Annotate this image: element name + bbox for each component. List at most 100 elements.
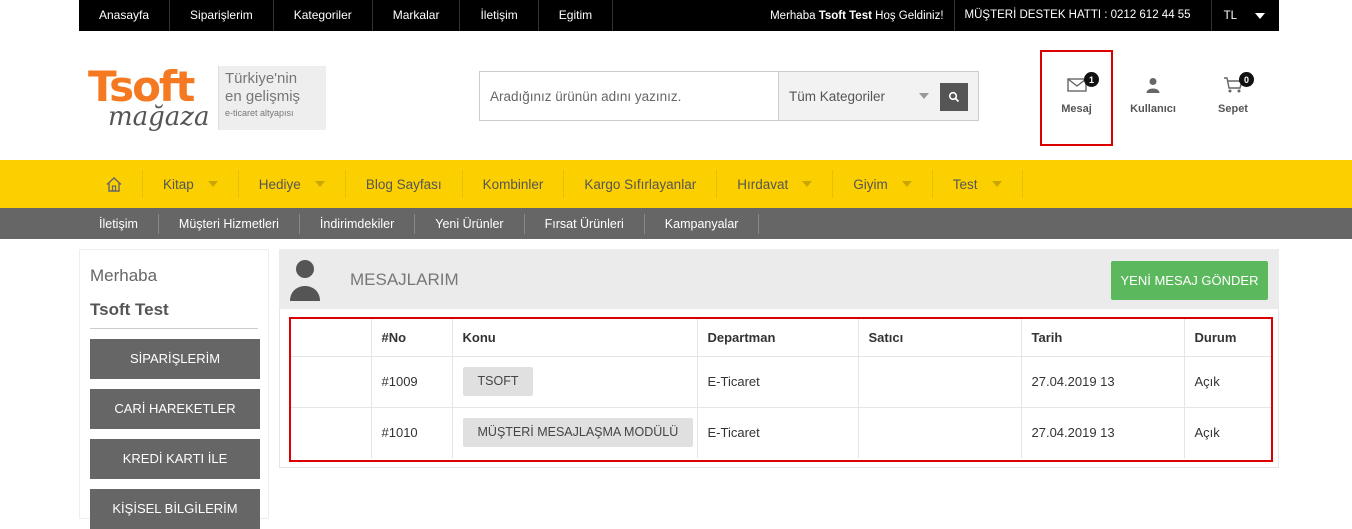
category-select-value: Tüm Kategoriler bbox=[789, 88, 886, 104]
top-nav-contact[interactable]: İletişim bbox=[460, 0, 539, 31]
col-header bbox=[291, 319, 371, 357]
cell-seller bbox=[857, 356, 1021, 408]
cell-department: E-Ticaret bbox=[696, 407, 858, 458]
cart-label: Sepet bbox=[1218, 103, 1248, 115]
nav-item-label: Kitap bbox=[163, 176, 194, 192]
cell-no: #1010 bbox=[370, 407, 452, 458]
sidebar-account-movements-button[interactable]: CARİ HAREKETLER bbox=[90, 389, 260, 429]
cell-department: E-Ticaret bbox=[696, 356, 858, 408]
sidebar-greeting: Merhaba bbox=[90, 266, 158, 285]
top-nav-brands[interactable]: Markalar bbox=[373, 0, 461, 31]
chevron-down-icon bbox=[991, 181, 1002, 187]
nav-item-label: Hırdavat bbox=[737, 176, 789, 192]
subject-button[interactable]: TSOFT bbox=[462, 367, 534, 396]
top-bar: Anasayfa Siparişlerim Kategoriler Markal… bbox=[79, 0, 1279, 31]
welcome-text: Merhaba Tsoft Test Hoş Geldiniz! bbox=[770, 10, 953, 22]
sub-nav: İletişim Müşteri Hizmetleri İndirimdekil… bbox=[79, 208, 760, 239]
nav-item-label: Hediye bbox=[258, 176, 301, 192]
search-input[interactable] bbox=[480, 72, 779, 120]
nav-item-label: Kargo Sıfırlayanlar bbox=[584, 176, 697, 192]
cell-date: 27.04.2019 13 bbox=[1020, 407, 1184, 458]
sub-nav-item[interactable]: İletişim bbox=[79, 213, 159, 234]
messages-table-container: #No Konu Departman Satıcı Tarih Durum #1… bbox=[289, 317, 1273, 462]
sidebar-orders-button[interactable]: SİPARİŞLERİM bbox=[90, 339, 260, 379]
nav-item-kitap[interactable]: Kitap bbox=[143, 170, 239, 198]
nav-item-test[interactable]: Test bbox=[933, 170, 1023, 198]
nav-item-hediye[interactable]: Hediye bbox=[239, 170, 346, 198]
chevron-down-icon bbox=[207, 181, 218, 187]
nav-item-blog[interactable]: Blog Sayfası bbox=[346, 170, 463, 198]
main-nav: Kitap Hediye Blog Sayfası Kombinler Karg… bbox=[86, 160, 1023, 208]
table-row: #1010 MÜŞTERİ MESAJLAŞMA MODÜLÜ E-Ticare… bbox=[291, 407, 1271, 458]
nav-item-kombinler[interactable]: Kombinler bbox=[463, 170, 565, 198]
nav-item-label: Kombinler bbox=[482, 176, 544, 192]
sub-nav-item[interactable]: Fırsat Ürünleri bbox=[525, 213, 645, 234]
messages-header: MESAJLARIM YENİ MESAJ GÖNDER bbox=[279, 249, 1279, 309]
logo-tagline: Türkiye'nin en gelişmiş e-ticaret altyap… bbox=[218, 66, 326, 130]
col-header-subject: Konu bbox=[451, 319, 697, 357]
tagline-line3: e-ticaret altyapısı bbox=[225, 108, 294, 118]
support-line: MÜŞTERİ DESTEK HATTI : 0212 612 44 55 bbox=[953, 0, 1212, 31]
currency-value: TL bbox=[1223, 9, 1237, 22]
home-button[interactable] bbox=[86, 170, 143, 198]
chevron-down-icon bbox=[919, 93, 929, 99]
user-avatar-icon bbox=[290, 260, 320, 301]
top-nav-categories[interactable]: Kategoriler bbox=[274, 0, 373, 31]
user-button[interactable]: Kullanıcı bbox=[1113, 50, 1193, 146]
sub-nav-item[interactable]: Müşteri Hizmetleri bbox=[159, 213, 300, 234]
nav-item-label: Blog Sayfası bbox=[365, 176, 442, 192]
new-message-button[interactable]: YENİ MESAJ GÖNDER bbox=[1111, 261, 1268, 300]
sub-nav-item[interactable]: İndirimdekiler bbox=[300, 213, 416, 234]
message-count-badge: 1 bbox=[1084, 72, 1099, 87]
top-nav-home[interactable]: Anasayfa bbox=[79, 0, 171, 31]
page-title: MESAJLARIM bbox=[350, 270, 459, 289]
sidebar-credit-card-button[interactable]: KREDİ KARTI İLE bbox=[90, 439, 260, 479]
chevron-down-icon bbox=[1255, 12, 1265, 19]
chevron-down-icon bbox=[314, 181, 325, 187]
message-label: Mesaj bbox=[1061, 103, 1092, 115]
main-nav-bar: Kitap Hediye Blog Sayfası Kombinler Karg… bbox=[0, 160, 1352, 208]
col-header-department: Departman bbox=[696, 319, 858, 357]
top-nav-orders[interactable]: Siparişlerim bbox=[170, 0, 274, 31]
cell-status: Açık bbox=[1183, 407, 1271, 458]
nav-item-kargo[interactable]: Kargo Sıfırlayanlar bbox=[564, 170, 718, 198]
table-row: #1009 TSOFT E-Ticaret 27.04.2019 13 Açık bbox=[291, 356, 1271, 408]
greeting-name: Tsoft Test bbox=[818, 9, 872, 22]
greeting-suffix: Hoş Geldiniz! bbox=[871, 9, 944, 22]
logo-sub: mağaza bbox=[108, 102, 210, 132]
user-icon bbox=[1146, 78, 1160, 93]
cell-seller bbox=[857, 407, 1021, 458]
currency-select[interactable]: TL bbox=[1212, 10, 1279, 22]
cart-button[interactable]: 0 Sepet bbox=[1193, 50, 1273, 146]
tagline-line2: en gelişmiş bbox=[225, 88, 301, 105]
sub-nav-item[interactable]: Yeni Ürünler bbox=[415, 213, 525, 234]
logo[interactable]: Tsoft mağaza Türkiye'nin en gelişmiş e-t… bbox=[88, 62, 328, 134]
sidebar-personal-info-button[interactable]: KİŞİSEL BİLGİLERİM bbox=[90, 489, 260, 529]
cell-subject: TSOFT bbox=[451, 356, 697, 408]
cell-no: #1009 bbox=[370, 356, 452, 408]
top-right: Merhaba Tsoft Test Hoş Geldiniz! MÜŞTERİ… bbox=[770, 0, 1279, 31]
search-button[interactable] bbox=[940, 83, 968, 111]
col-header-status: Durum bbox=[1183, 319, 1271, 357]
account-sidebar: Merhaba Tsoft Test SİPARİŞLERİM CARİ HAR… bbox=[79, 249, 269, 529]
home-icon bbox=[106, 176, 122, 192]
search-bar: Tüm Kategoriler bbox=[479, 71, 979, 121]
nav-item-giyim[interactable]: Giyim bbox=[833, 170, 933, 198]
messages-table: #No Konu Departman Satıcı Tarih Durum #1… bbox=[291, 319, 1271, 458]
cell-date: 27.04.2019 13 bbox=[1020, 356, 1184, 408]
cell-status: Açık bbox=[1183, 356, 1271, 408]
sub-nav-bar: İletişim Müşteri Hizmetleri İndirimdekil… bbox=[0, 208, 1352, 239]
nav-item-hirdavat[interactable]: Hırdavat bbox=[717, 170, 834, 198]
subject-button[interactable]: MÜŞTERİ MESAJLAŞMA MODÜLÜ bbox=[462, 418, 694, 448]
sidebar-username: Tsoft Test bbox=[90, 300, 258, 329]
col-header-seller: Satıcı bbox=[857, 319, 1021, 357]
nav-item-label: Giyim bbox=[853, 176, 888, 192]
top-nav: Anasayfa Siparişlerim Kategoriler Markal… bbox=[79, 0, 614, 31]
cell-empty bbox=[291, 356, 371, 408]
top-nav-education[interactable]: Egitim bbox=[539, 0, 614, 31]
sub-nav-item[interactable]: Kampanyalar bbox=[645, 213, 760, 234]
message-button[interactable]: 1 Mesaj bbox=[1040, 50, 1113, 146]
greeting-prefix: Merhaba bbox=[770, 9, 819, 22]
search-icon bbox=[948, 91, 960, 103]
chevron-down-icon bbox=[802, 181, 813, 187]
